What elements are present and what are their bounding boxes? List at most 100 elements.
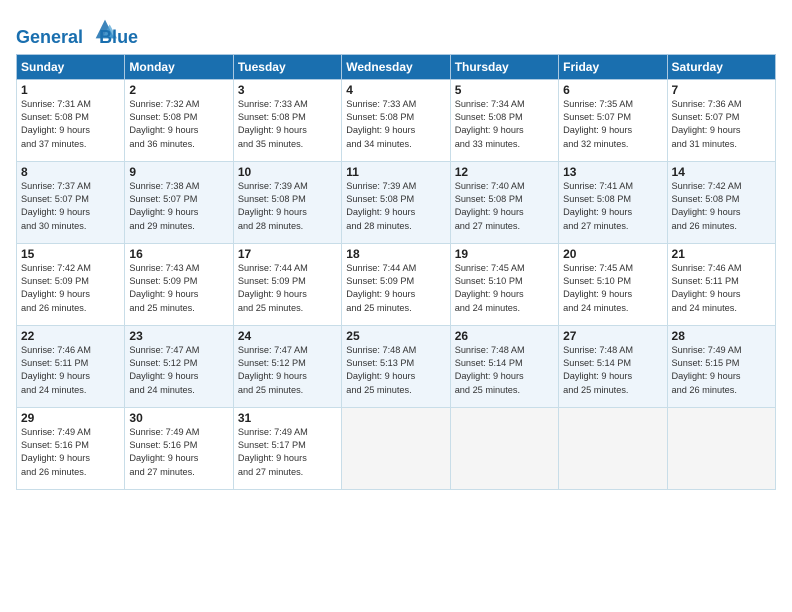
day-info: Sunrise: 7:48 AM Sunset: 5:14 PM Dayligh…	[455, 344, 554, 397]
day-info: Sunrise: 7:38 AM Sunset: 5:07 PM Dayligh…	[129, 180, 228, 233]
day-number: 31	[238, 411, 337, 425]
day-number: 17	[238, 247, 337, 261]
day-number: 26	[455, 329, 554, 343]
day-info: Sunrise: 7:33 AM Sunset: 5:08 PM Dayligh…	[238, 98, 337, 151]
calendar-day-cell: 1Sunrise: 7:31 AM Sunset: 5:08 PM Daylig…	[17, 79, 125, 161]
day-info: Sunrise: 7:45 AM Sunset: 5:10 PM Dayligh…	[455, 262, 554, 315]
calendar-day-cell: 25Sunrise: 7:48 AM Sunset: 5:13 PM Dayli…	[342, 325, 450, 407]
calendar-day-cell: 8Sunrise: 7:37 AM Sunset: 5:07 PM Daylig…	[17, 161, 125, 243]
day-number: 30	[129, 411, 228, 425]
calendar-header: SundayMondayTuesdayWednesdayThursdayFrid…	[17, 54, 776, 79]
calendar-day-cell: 20Sunrise: 7:45 AM Sunset: 5:10 PM Dayli…	[559, 243, 667, 325]
day-info: Sunrise: 7:46 AM Sunset: 5:11 PM Dayligh…	[672, 262, 771, 315]
day-info: Sunrise: 7:46 AM Sunset: 5:11 PM Dayligh…	[21, 344, 120, 397]
day-number: 2	[129, 83, 228, 97]
logo: General Blue	[16, 14, 138, 48]
day-info: Sunrise: 7:44 AM Sunset: 5:09 PM Dayligh…	[238, 262, 337, 315]
day-info: Sunrise: 7:36 AM Sunset: 5:07 PM Dayligh…	[672, 98, 771, 151]
day-number: 21	[672, 247, 771, 261]
calendar-day-cell: 19Sunrise: 7:45 AM Sunset: 5:10 PM Dayli…	[450, 243, 558, 325]
day-info: Sunrise: 7:48 AM Sunset: 5:14 PM Dayligh…	[563, 344, 662, 397]
day-info: Sunrise: 7:33 AM Sunset: 5:08 PM Dayligh…	[346, 98, 445, 151]
day-info: Sunrise: 7:49 AM Sunset: 5:16 PM Dayligh…	[129, 426, 228, 479]
calendar-day-cell: 12Sunrise: 7:40 AM Sunset: 5:08 PM Dayli…	[450, 161, 558, 243]
day-number: 25	[346, 329, 445, 343]
day-info: Sunrise: 7:42 AM Sunset: 5:08 PM Dayligh…	[672, 180, 771, 233]
calendar-day-cell: 13Sunrise: 7:41 AM Sunset: 5:08 PM Dayli…	[559, 161, 667, 243]
weekday-header: Thursday	[450, 54, 558, 79]
calendar-day-cell	[559, 407, 667, 489]
calendar-day-cell: 6Sunrise: 7:35 AM Sunset: 5:07 PM Daylig…	[559, 79, 667, 161]
day-info: Sunrise: 7:44 AM Sunset: 5:09 PM Dayligh…	[346, 262, 445, 315]
calendar-day-cell: 17Sunrise: 7:44 AM Sunset: 5:09 PM Dayli…	[233, 243, 341, 325]
day-info: Sunrise: 7:45 AM Sunset: 5:10 PM Dayligh…	[563, 262, 662, 315]
day-number: 5	[455, 83, 554, 97]
day-info: Sunrise: 7:32 AM Sunset: 5:08 PM Dayligh…	[129, 98, 228, 151]
day-info: Sunrise: 7:31 AM Sunset: 5:08 PM Dayligh…	[21, 98, 120, 151]
calendar-day-cell: 23Sunrise: 7:47 AM Sunset: 5:12 PM Dayli…	[125, 325, 233, 407]
weekday-header: Monday	[125, 54, 233, 79]
day-info: Sunrise: 7:49 AM Sunset: 5:17 PM Dayligh…	[238, 426, 337, 479]
day-info: Sunrise: 7:47 AM Sunset: 5:12 PM Dayligh…	[129, 344, 228, 397]
day-number: 1	[21, 83, 120, 97]
calendar-day-cell: 7Sunrise: 7:36 AM Sunset: 5:07 PM Daylig…	[667, 79, 775, 161]
calendar-day-cell: 28Sunrise: 7:49 AM Sunset: 5:15 PM Dayli…	[667, 325, 775, 407]
calendar-week-row: 29Sunrise: 7:49 AM Sunset: 5:16 PM Dayli…	[17, 407, 776, 489]
day-number: 27	[563, 329, 662, 343]
calendar-day-cell: 15Sunrise: 7:42 AM Sunset: 5:09 PM Dayli…	[17, 243, 125, 325]
day-number: 22	[21, 329, 120, 343]
day-number: 29	[21, 411, 120, 425]
calendar-day-cell: 11Sunrise: 7:39 AM Sunset: 5:08 PM Dayli…	[342, 161, 450, 243]
calendar-day-cell: 3Sunrise: 7:33 AM Sunset: 5:08 PM Daylig…	[233, 79, 341, 161]
day-number: 20	[563, 247, 662, 261]
day-number: 14	[672, 165, 771, 179]
calendar-day-cell: 9Sunrise: 7:38 AM Sunset: 5:07 PM Daylig…	[125, 161, 233, 243]
weekday-header: Sunday	[17, 54, 125, 79]
day-number: 28	[672, 329, 771, 343]
day-number: 12	[455, 165, 554, 179]
day-number: 15	[21, 247, 120, 261]
calendar-day-cell: 29Sunrise: 7:49 AM Sunset: 5:16 PM Dayli…	[17, 407, 125, 489]
weekday-header: Friday	[559, 54, 667, 79]
day-info: Sunrise: 7:39 AM Sunset: 5:08 PM Dayligh…	[346, 180, 445, 233]
day-info: Sunrise: 7:47 AM Sunset: 5:12 PM Dayligh…	[238, 344, 337, 397]
calendar-day-cell: 31Sunrise: 7:49 AM Sunset: 5:17 PM Dayli…	[233, 407, 341, 489]
calendar-container: General Blue SundayMondayTuesdayWednesda…	[0, 0, 792, 500]
calendar-day-cell: 30Sunrise: 7:49 AM Sunset: 5:16 PM Dayli…	[125, 407, 233, 489]
day-number: 24	[238, 329, 337, 343]
calendar-week-row: 22Sunrise: 7:46 AM Sunset: 5:11 PM Dayli…	[17, 325, 776, 407]
day-info: Sunrise: 7:49 AM Sunset: 5:15 PM Dayligh…	[672, 344, 771, 397]
day-number: 10	[238, 165, 337, 179]
weekday-header: Tuesday	[233, 54, 341, 79]
day-number: 7	[672, 83, 771, 97]
day-number: 6	[563, 83, 662, 97]
calendar-day-cell: 22Sunrise: 7:46 AM Sunset: 5:11 PM Dayli…	[17, 325, 125, 407]
weekday-header: Saturday	[667, 54, 775, 79]
day-info: Sunrise: 7:42 AM Sunset: 5:09 PM Dayligh…	[21, 262, 120, 315]
day-number: 4	[346, 83, 445, 97]
day-number: 11	[346, 165, 445, 179]
calendar-body: 1Sunrise: 7:31 AM Sunset: 5:08 PM Daylig…	[17, 79, 776, 489]
calendar-day-cell: 27Sunrise: 7:48 AM Sunset: 5:14 PM Dayli…	[559, 325, 667, 407]
header: General Blue	[16, 10, 776, 48]
calendar-day-cell: 16Sunrise: 7:43 AM Sunset: 5:09 PM Dayli…	[125, 243, 233, 325]
day-info: Sunrise: 7:34 AM Sunset: 5:08 PM Dayligh…	[455, 98, 554, 151]
day-info: Sunrise: 7:35 AM Sunset: 5:07 PM Dayligh…	[563, 98, 662, 151]
calendar-day-cell: 4Sunrise: 7:33 AM Sunset: 5:08 PM Daylig…	[342, 79, 450, 161]
day-info: Sunrise: 7:48 AM Sunset: 5:13 PM Dayligh…	[346, 344, 445, 397]
calendar-day-cell: 21Sunrise: 7:46 AM Sunset: 5:11 PM Dayli…	[667, 243, 775, 325]
day-number: 18	[346, 247, 445, 261]
day-number: 3	[238, 83, 337, 97]
calendar-week-row: 1Sunrise: 7:31 AM Sunset: 5:08 PM Daylig…	[17, 79, 776, 161]
calendar-week-row: 15Sunrise: 7:42 AM Sunset: 5:09 PM Dayli…	[17, 243, 776, 325]
day-number: 13	[563, 165, 662, 179]
day-info: Sunrise: 7:49 AM Sunset: 5:16 PM Dayligh…	[21, 426, 120, 479]
calendar-day-cell: 26Sunrise: 7:48 AM Sunset: 5:14 PM Dayli…	[450, 325, 558, 407]
calendar-table: SundayMondayTuesdayWednesdayThursdayFrid…	[16, 54, 776, 490]
day-info: Sunrise: 7:37 AM Sunset: 5:07 PM Dayligh…	[21, 180, 120, 233]
calendar-day-cell	[667, 407, 775, 489]
logo-text2: Blue	[99, 12, 138, 48]
calendar-week-row: 8Sunrise: 7:37 AM Sunset: 5:07 PM Daylig…	[17, 161, 776, 243]
day-number: 16	[129, 247, 228, 261]
calendar-day-cell: 18Sunrise: 7:44 AM Sunset: 5:09 PM Dayli…	[342, 243, 450, 325]
